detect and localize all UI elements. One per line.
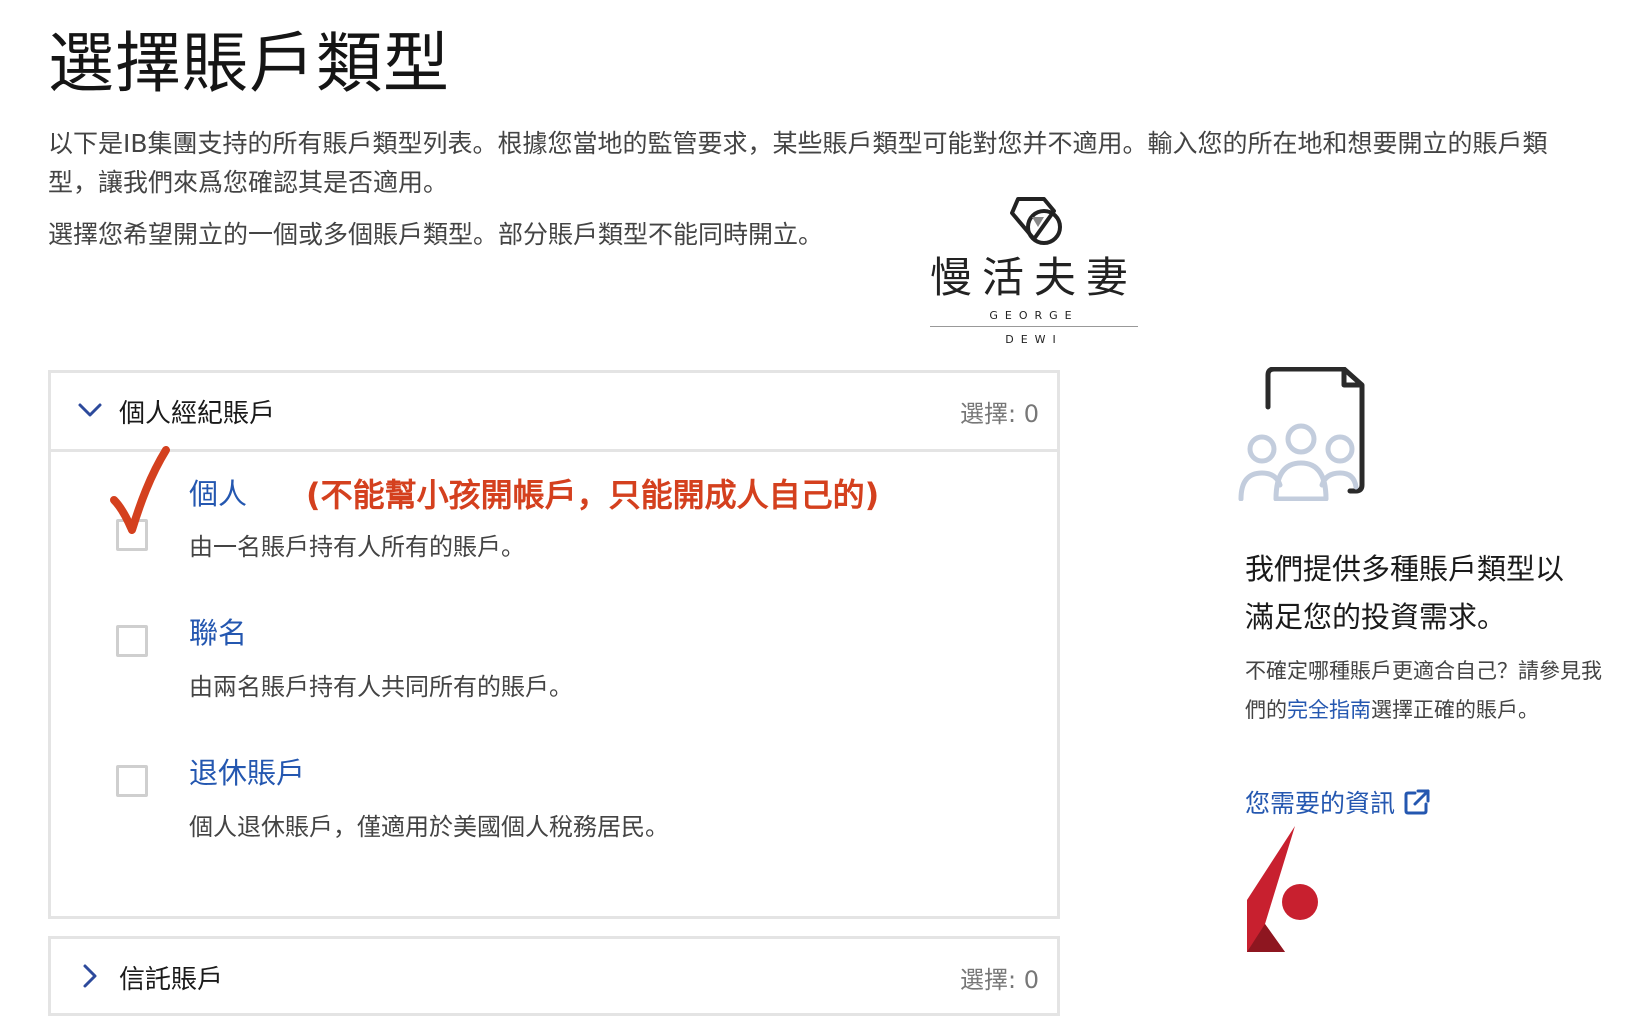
intro-text: 以下是IB集團支持的所有賬戶類型列表。根據您當地的監管要求，某些賬戶類型可能對您… [48,129,1548,197]
help-text-after: 選擇正確的賬戶。 [1371,698,1539,722]
info-link-label[interactable]: 您需要的資訊 [1245,784,1395,820]
annotation-note: (不能幫小孩開帳戶，只能開成人自己的) [306,476,880,514]
selection-count: 選擇: 0 [960,399,1039,428]
checkbox[interactable] [116,625,148,657]
chevron-right-icon[interactable] [75,961,105,991]
complete-guide-link[interactable]: 完全指南 [1287,698,1371,722]
watermark-line2: DEWI [1005,333,1063,346]
watermark-divider [930,326,1138,327]
account-types-document-icon [1238,367,1365,501]
panel-title: 個人經紀賬戶 [119,398,276,429]
option-description: 由一名賬戶持有人所有的賬戶。 [189,533,525,561]
info-needed-link[interactable]: 您需要的資訊 [1245,784,1431,820]
panel-trust-accounts: 信託賬戶 選擇: 0 [48,936,1060,1016]
option-description: 由兩名賬戶持有人共同所有的賬戶。 [189,673,573,701]
watermark-logo: 慢活夫妻 GEORGE DEWI [930,195,1138,365]
page-title: 選擇賬戶類型 [48,25,450,102]
option-description: 個人退休賬戶，僅適用於美國個人稅務居民。 [189,813,669,841]
option-label[interactable]: 聯名 [189,610,247,652]
option-label[interactable]: 個人 [189,471,247,513]
interactive-brokers-logo-icon [1247,826,1318,952]
panel-header[interactable]: 信託賬戶 選擇: 0 [51,939,1057,1015]
sidebar-help-text: 不確定哪種賬戶更適合自己？請參見我們的完全指南選擇正確的賬戶。 [1245,652,1605,730]
checkmark-annotation-icon [110,446,170,534]
watermark-line1: GEORGE [989,309,1079,322]
panel-title: 信託賬戶 [119,964,224,995]
diamond-icon [1010,197,1062,245]
panel-individual-brokerage: 個人經紀賬戶 選擇: 0 個人 (不能幫小孩開帳戶，只能開成人自己的) 由一名賬… [48,370,1060,919]
watermark-chinese: 慢活夫妻 [930,253,1139,302]
option-label[interactable]: 退休賬戶 [189,750,305,792]
selection-count: 選擇: 0 [960,965,1039,994]
external-link-icon[interactable] [1403,788,1431,816]
chevron-down-icon[interactable] [75,395,105,425]
sidebar-heading: 我們提供多種賬戶類型以滿足您的投資需求。 [1245,552,1565,634]
checkbox[interactable] [116,765,148,797]
instruction-text: 選擇您希望開立的一個或多個賬戶類型。部分賬戶類型不能同時開立。 [48,220,824,249]
panel-header[interactable]: 個人經紀賬戶 選擇: 0 [51,373,1057,452]
